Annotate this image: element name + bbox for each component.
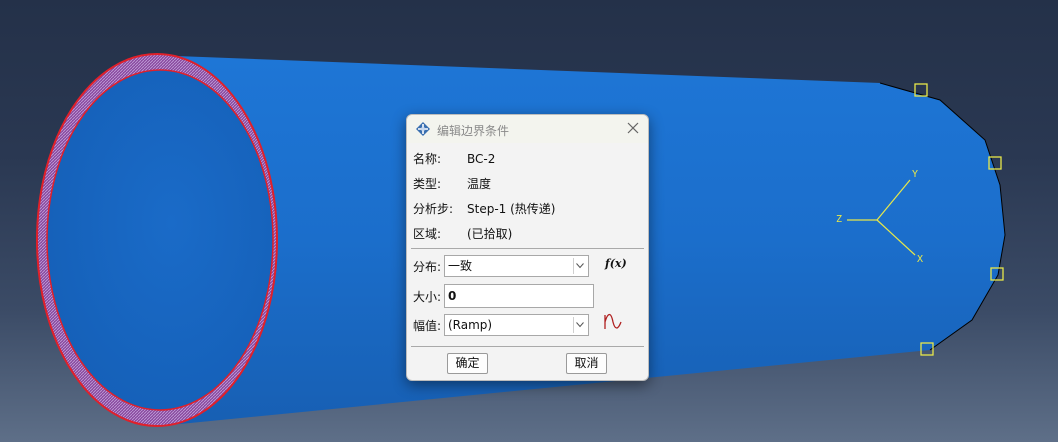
triad-y-label: Y (912, 169, 918, 180)
triad-x-label: X (917, 254, 923, 265)
edit-boundary-condition-dialog: 编辑边界条件 名称: BC-2 类型: 温度 分析步: Step-1 (热传递)… (406, 114, 649, 381)
step-label: 分析步: (413, 202, 454, 216)
cancel-button[interactable]: 取消 (566, 353, 607, 374)
divider (411, 346, 644, 347)
step-value: Step-1 (热传递) (467, 202, 556, 216)
amplitude-curve-icon[interactable] (603, 313, 623, 331)
abaqus-logo-icon (416, 122, 430, 136)
chevron-down-icon[interactable] (573, 258, 586, 274)
amplitude-label: 幅值: (413, 319, 442, 333)
distribution-label: 分布: (413, 260, 442, 274)
distribution-select[interactable]: 一致 (444, 255, 589, 277)
ok-button[interactable]: 确定 (447, 353, 488, 374)
distribution-value: 一致 (448, 259, 473, 273)
triad-z-label: Z (836, 214, 842, 225)
region-value: (已拾取) (467, 227, 513, 241)
type-label: 类型: (413, 177, 442, 191)
divider (411, 248, 644, 249)
type-value: 温度 (467, 177, 492, 191)
magnitude-label: 大小: (413, 290, 442, 304)
chevron-down-icon[interactable] (573, 317, 586, 333)
name-label: 名称: (413, 152, 442, 166)
region-label: 区域: (413, 227, 442, 241)
dialog-titlebar[interactable]: 编辑边界条件 (407, 115, 648, 143)
amplitude-select[interactable]: (Ramp) (444, 314, 589, 336)
amplitude-value: (Ramp) (448, 318, 493, 332)
name-value: BC-2 (467, 152, 496, 166)
close-icon[interactable] (626, 121, 640, 135)
magnitude-input[interactable]: 0 (444, 284, 594, 308)
fx-button[interactable]: f(x) (605, 257, 627, 270)
pipe-inner-bore (46, 69, 274, 411)
dialog-title: 编辑边界条件 (437, 124, 510, 138)
